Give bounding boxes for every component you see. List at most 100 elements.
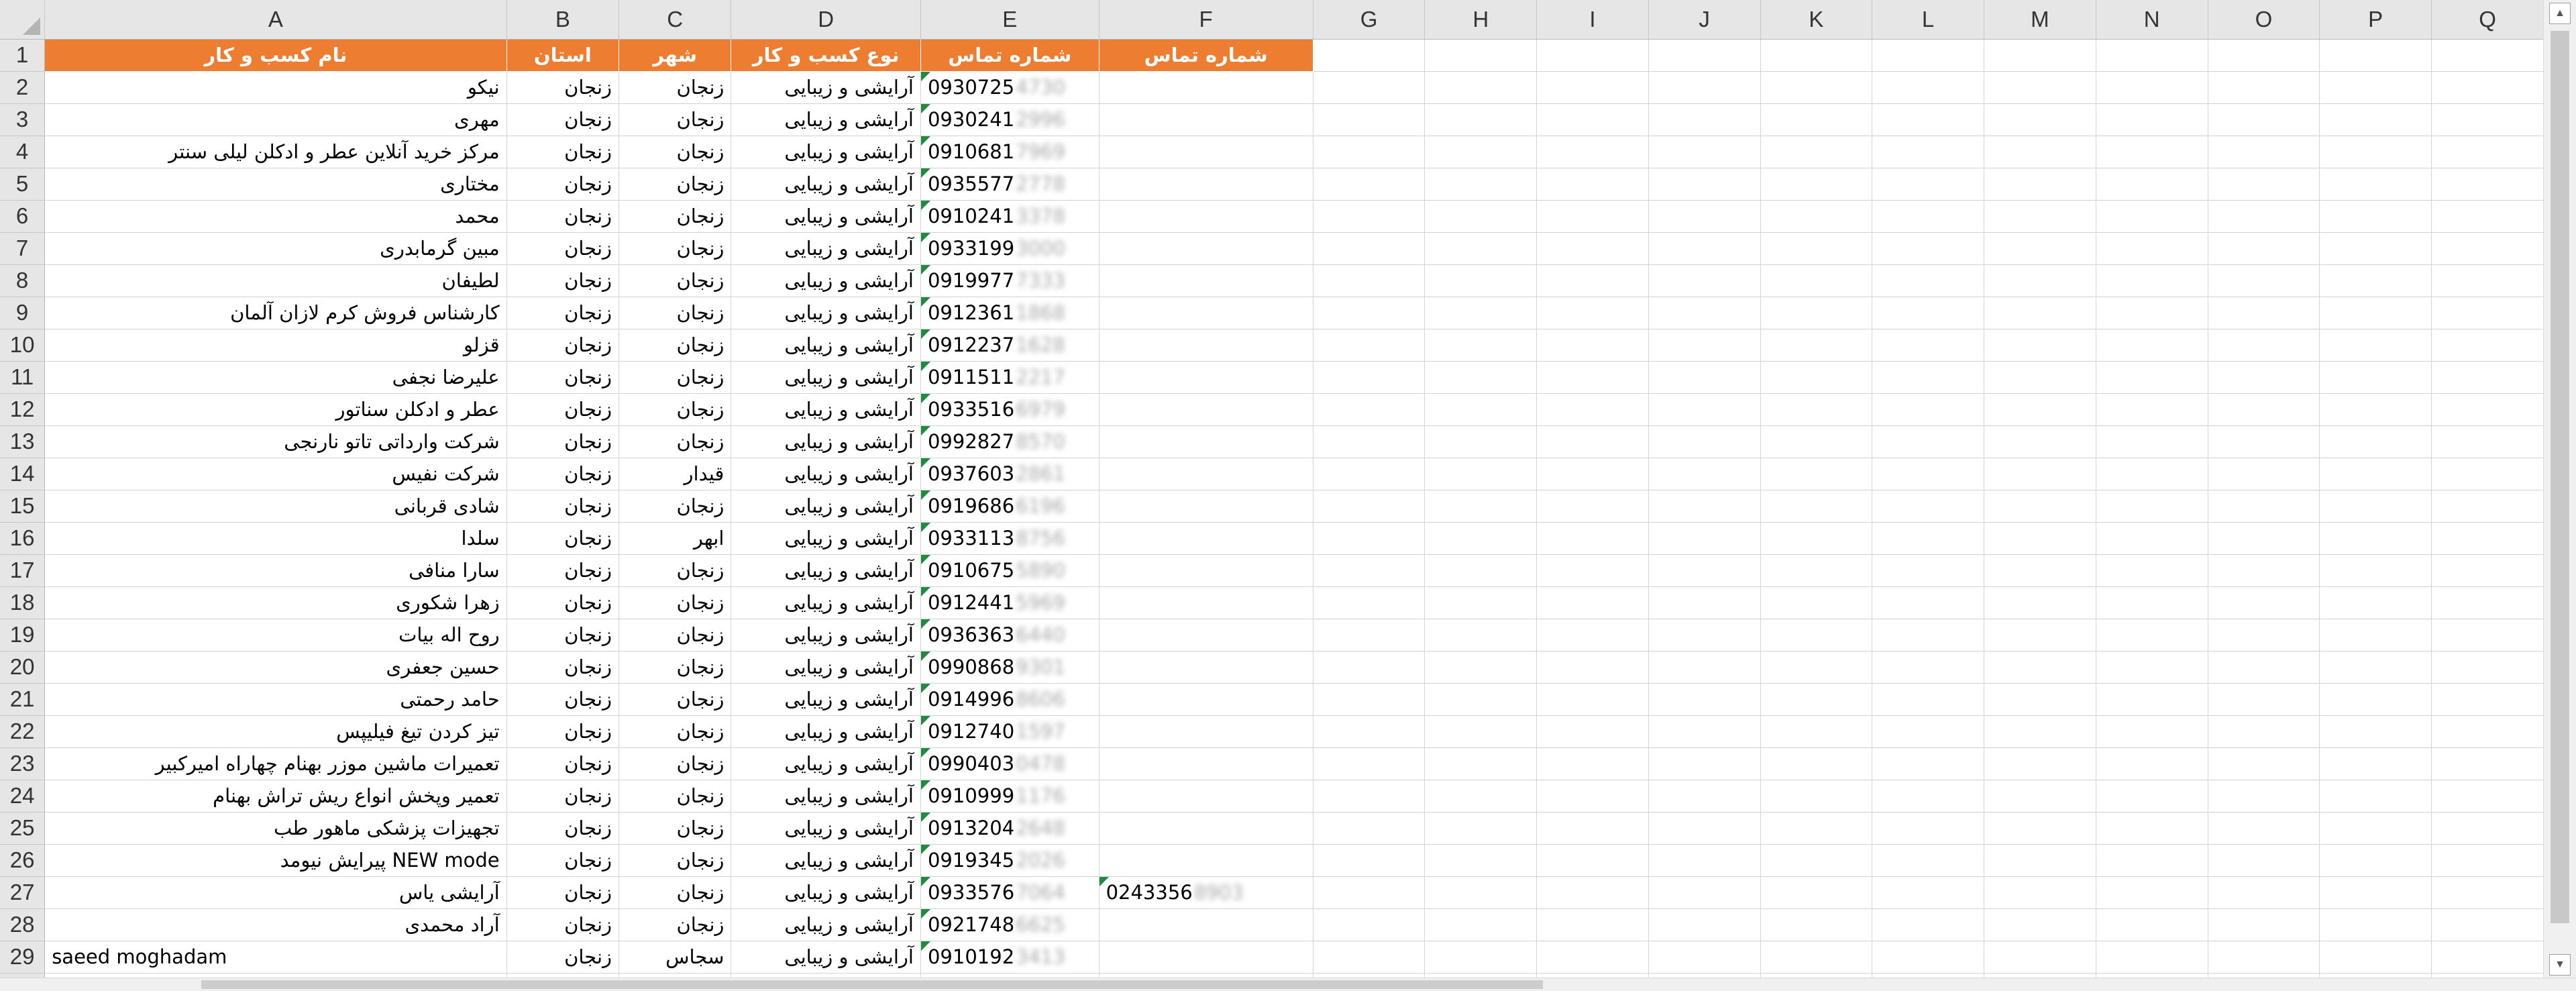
cell-province[interactable]: زنجان (506, 297, 620, 329)
cell-phone-2[interactable] (1099, 554, 1313, 587)
cell-business-name[interactable]: قزلو (44, 329, 507, 362)
cell[interactable] (2096, 619, 2208, 651)
cell[interactable] (1424, 297, 1538, 329)
column-header-o[interactable]: O (2208, 0, 2320, 40)
cell-phone-2[interactable] (1099, 619, 1313, 651)
row-number[interactable]: 17 (0, 554, 46, 587)
cell[interactable] (2208, 232, 2320, 265)
cell-city[interactable]: زنجان (619, 103, 732, 136)
cell[interactable] (1648, 941, 1761, 974)
row-number[interactable]: 13 (0, 425, 46, 458)
cell[interactable] (1872, 458, 1984, 490)
cell[interactable] (1536, 844, 1649, 877)
cell-phone[interactable]: 09196866196 (920, 490, 1099, 523)
cell[interactable] (1872, 329, 1984, 362)
cell-business-name[interactable]: آرایشی یاس (44, 876, 507, 909)
cell-province[interactable]: زنجان (506, 876, 620, 909)
cell[interactable] (1313, 425, 1426, 458)
cell[interactable] (1872, 103, 1984, 136)
cell[interactable] (1648, 329, 1761, 362)
cell-business-type[interactable]: آرایشی و زیبایی (731, 619, 921, 651)
cell[interactable] (2431, 876, 2544, 909)
cell[interactable] (2431, 908, 2544, 941)
cell[interactable] (1984, 651, 2096, 684)
cell[interactable] (1984, 329, 2096, 362)
row-number[interactable]: 20 (0, 651, 46, 684)
cell-city[interactable]: زنجان (619, 136, 732, 168)
cell[interactable] (1313, 361, 1426, 394)
cell-business-type[interactable]: آرایشی و زیبایی (731, 425, 921, 458)
cell[interactable] (2319, 522, 2432, 555)
cell[interactable] (2431, 361, 2544, 394)
vertical-scrollbar[interactable]: ▲ ▼ (2543, 0, 2576, 978)
cell-phone[interactable]: 09217486625 (920, 908, 1099, 941)
cell[interactable] (1313, 232, 1426, 265)
cell-city[interactable]: زنجان (619, 71, 732, 104)
cell[interactable] (1872, 683, 1984, 716)
cell-business-type[interactable]: آرایشی و زیبایی (731, 264, 921, 297)
cell-phone[interactable]: 09106817969 (920, 136, 1099, 168)
cell[interactable] (1313, 844, 1426, 877)
cell-business-type[interactable]: آرایشی و زیبایی (731, 200, 921, 233)
cell[interactable] (2319, 490, 2432, 523)
column-header-b[interactable]: B (506, 0, 620, 40)
cell[interactable] (2096, 200, 2208, 233)
cell[interactable] (1424, 200, 1538, 233)
cell[interactable] (2096, 168, 2208, 201)
cell[interactable] (2319, 844, 2432, 877)
cell[interactable] (1424, 103, 1538, 136)
cell[interactable] (1536, 297, 1649, 329)
cell[interactable] (2431, 264, 2544, 297)
cell-phone[interactable]: 09908689301 (920, 651, 1099, 684)
cell-business-type[interactable]: آرایشی و زیبایی (731, 393, 921, 426)
cell[interactable] (1648, 651, 1761, 684)
cell-phone[interactable]: 09302412996 (920, 103, 1099, 136)
cell-province[interactable]: زنجان (506, 747, 620, 780)
cell[interactable] (1760, 232, 1873, 265)
cell[interactable] (1313, 683, 1426, 716)
cell[interactable] (1536, 458, 1649, 490)
cell[interactable] (2431, 554, 2544, 587)
cell-phone-2[interactable] (1099, 136, 1313, 168)
cell[interactable] (1984, 747, 2096, 780)
cell[interactable] (2319, 747, 2432, 780)
cell[interactable] (2096, 361, 2208, 394)
cell-business-type[interactable]: آرایشی و زیبایی (731, 554, 921, 587)
cell[interactable] (1424, 941, 1538, 974)
cell-phone-2[interactable] (1099, 425, 1313, 458)
cell[interactable] (1313, 297, 1426, 329)
cell[interactable] (1648, 393, 1761, 426)
cell[interactable] (2431, 136, 2544, 168)
cell-city[interactable]: زنجان (619, 715, 732, 748)
cell[interactable] (1872, 619, 1984, 651)
cell[interactable] (2319, 200, 2432, 233)
cell[interactable] (2096, 586, 2208, 619)
cell[interactable] (2319, 264, 2432, 297)
cell[interactable] (1313, 200, 1426, 233)
cell[interactable] (2096, 136, 2208, 168)
cell[interactable] (1648, 554, 1761, 587)
cell[interactable] (1536, 651, 1649, 684)
cell-business-type[interactable]: آرایشی و زیبایی (731, 844, 921, 877)
cell[interactable] (1760, 425, 1873, 458)
cell[interactable] (2096, 908, 2208, 941)
cell-business-name[interactable]: تعمیرات ماشین موزر بهنام چهاراه امیرکبیر (44, 747, 507, 780)
row-number[interactable]: 16 (0, 522, 46, 555)
cell-phone-2[interactable] (1099, 651, 1313, 684)
cell[interactable] (1648, 458, 1761, 490)
header-province[interactable]: استان (506, 39, 620, 72)
cell[interactable] (2096, 458, 2208, 490)
cell[interactable] (1648, 715, 1761, 748)
cell[interactable] (1313, 747, 1426, 780)
header-business-name[interactable]: نام کسب و کار (44, 39, 507, 72)
cell-province[interactable]: زنجان (506, 812, 620, 845)
cell-city[interactable]: زنجان (619, 619, 732, 651)
cell[interactable] (2319, 71, 2432, 104)
cell[interactable] (2096, 103, 2208, 136)
cell[interactable] (1313, 651, 1426, 684)
cell[interactable] (2431, 393, 2544, 426)
cell[interactable] (1872, 361, 1984, 394)
cell[interactable] (1984, 941, 2096, 974)
cell-city[interactable]: زنجان (619, 908, 732, 941)
cell[interactable] (1872, 780, 1984, 813)
